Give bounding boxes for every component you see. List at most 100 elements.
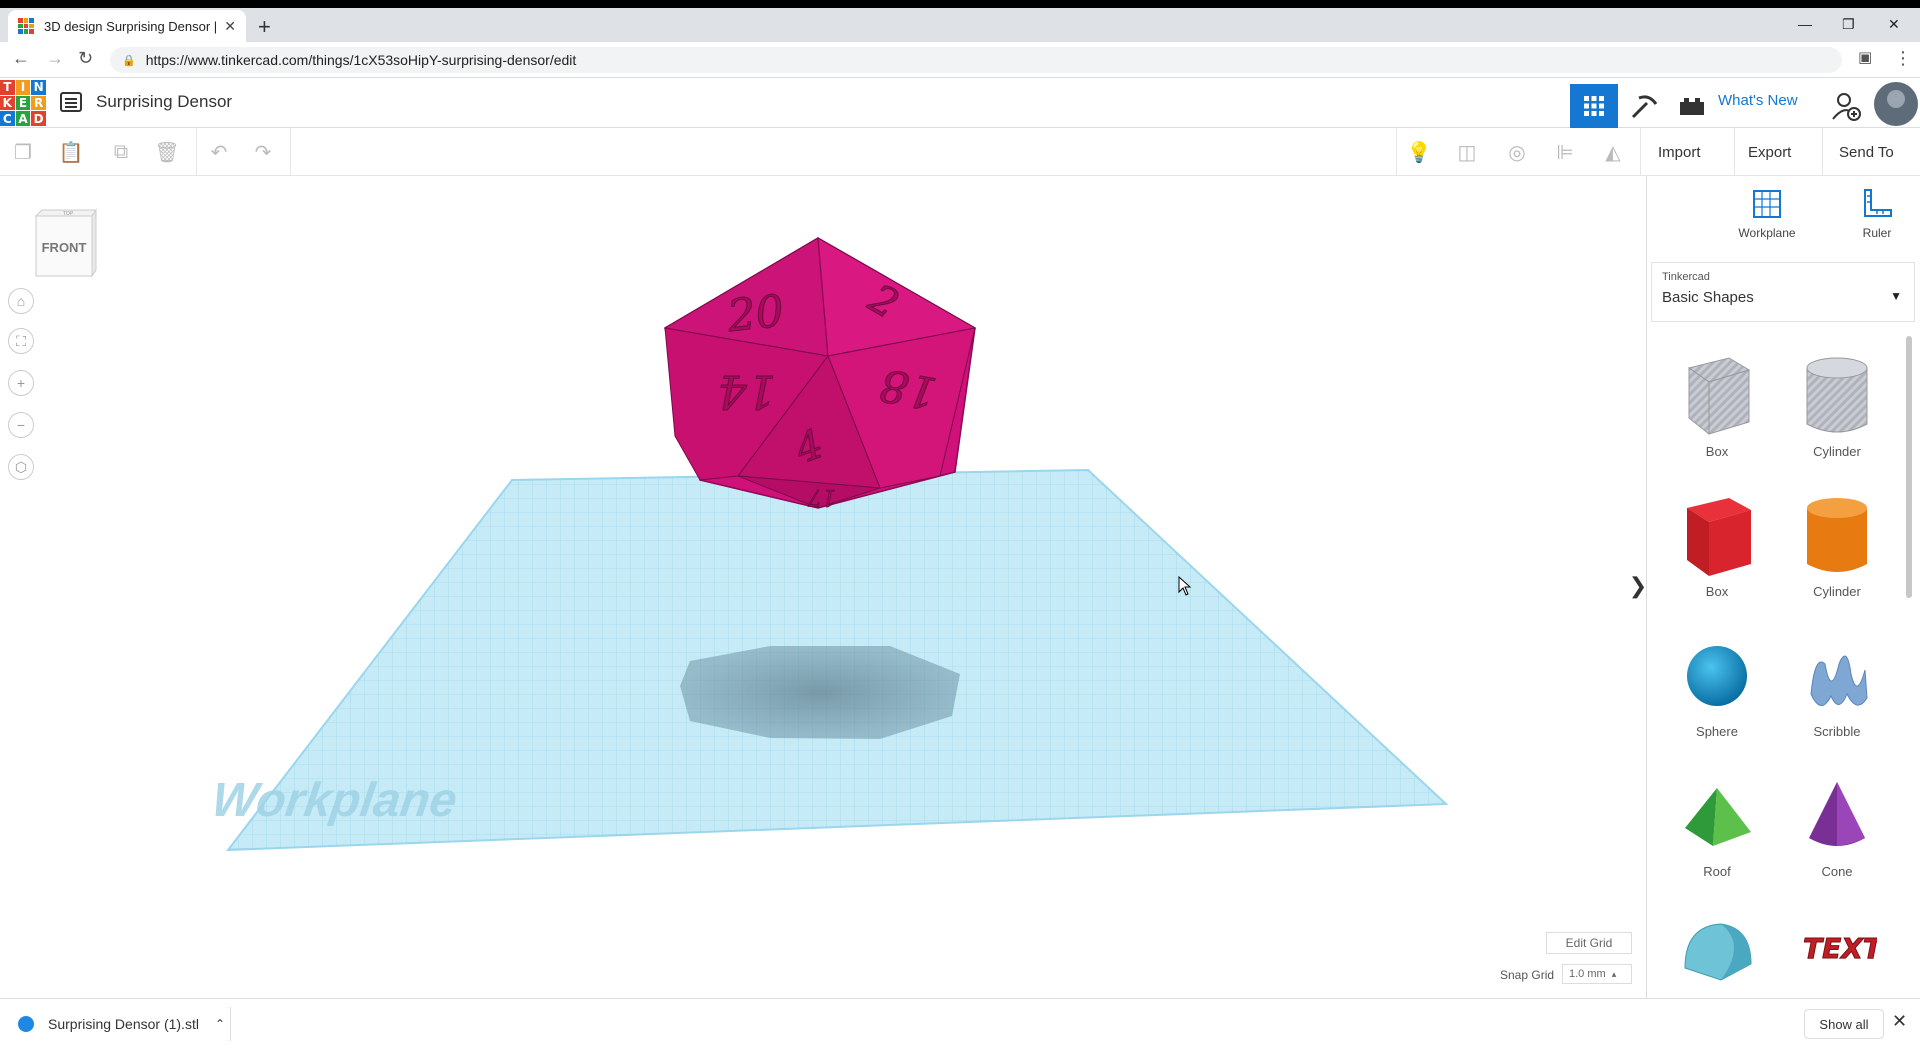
home-view-icon[interactable]: ⌂ <box>8 288 34 314</box>
tinkercad-favicon-icon <box>18 18 34 34</box>
delete-icon[interactable]: 🗑 <box>152 138 182 166</box>
codeblocks-pickaxe-icon[interactable] <box>1620 84 1668 128</box>
back-arrow-icon[interactable]: ← <box>12 48 30 69</box>
shape-roof[interactable]: Roof <box>1667 774 1767 879</box>
panel-scrollbar[interactable] <box>1906 336 1912 598</box>
extension-icon[interactable]: ▣ <box>1858 48 1872 66</box>
send-to-button[interactable]: Send To <box>1827 138 1906 166</box>
align-icon[interactable]: ⊫ <box>1550 138 1580 166</box>
logo-letter: E <box>15 95 31 111</box>
shape-text[interactable]: TEXT <box>1787 914 1887 990</box>
download-item[interactable]: Surprising Densor (1).stl ⌃ <box>18 1011 225 1037</box>
shape-label: Cylinder <box>1813 584 1861 599</box>
shape-label: Cone <box>1821 864 1853 879</box>
shape-half-cylinder[interactable] <box>1667 914 1767 990</box>
collapse-panel-chevron-icon[interactable]: ❯ <box>1629 566 1647 606</box>
library-source: Tinkercad <box>1662 271 1710 283</box>
design-list-icon[interactable] <box>60 92 82 112</box>
striped-cylinder-icon <box>1806 357 1868 433</box>
logo-letter: R <box>31 95 46 111</box>
ruler-icon <box>1864 189 1892 217</box>
view-cube[interactable]: TOP FRONT <box>34 206 98 280</box>
lock-icon: 🔒 <box>122 54 136 67</box>
shape-cone[interactable]: Cone <box>1787 774 1887 879</box>
shape-label: Scribble <box>1813 724 1861 739</box>
bricks-icon[interactable] <box>1668 84 1716 128</box>
library-name: Basic Shapes <box>1662 289 1754 306</box>
import-button[interactable]: Import <box>1646 138 1713 166</box>
shape-text-glyph: TEXT <box>1803 932 1877 965</box>
show-all-button[interactable]: Show all <box>1804 1009 1884 1039</box>
workplane-icon <box>1753 190 1781 218</box>
dropdown-caret-icon: ▼ <box>1890 289 1902 303</box>
add-user-icon[interactable] <box>1822 84 1870 128</box>
zoom-in-icon[interactable]: + <box>8 370 34 396</box>
window-top-edge <box>0 0 1920 8</box>
new-tab-button[interactable]: + <box>258 14 271 40</box>
tinkercad-header: T I N K E R C A D Surprising Densor What… <box>0 78 1920 128</box>
green-roof-icon <box>1685 788 1751 846</box>
undo-icon[interactable]: ↶ <box>204 138 234 166</box>
logo-letter: T <box>0 80 15 95</box>
d20-dice[interactable]: 20 2 14 18 4 17 <box>663 237 977 509</box>
view-cube-top-label: TOP <box>63 211 74 217</box>
workplane-tool[interactable]: Workplane <box>1717 188 1817 240</box>
lightbulb-icon[interactable]: 💡 <box>1404 138 1434 166</box>
ruler-tool-label: Ruler <box>1862 226 1892 240</box>
browser-tab[interactable]: 3D design Surprising Densor | Ti ✕ <box>8 10 246 42</box>
3d-view-grid-icon[interactable] <box>1570 84 1618 128</box>
logo-letter: D <box>31 111 46 126</box>
design-name[interactable]: Surprising Densor <box>96 92 232 112</box>
shape-sphere[interactable]: Sphere <box>1667 634 1767 739</box>
reload-icon[interactable]: ↻ <box>78 48 93 69</box>
shape-label: Box <box>1705 444 1729 459</box>
shape-cylinder[interactable]: Cylinder <box>1787 494 1887 599</box>
shape-label: Cylinder <box>1813 444 1861 459</box>
dice-shadow <box>680 646 960 739</box>
export-button[interactable]: Export <box>1736 138 1803 166</box>
fit-view-icon[interactable]: ⛶ <box>8 328 34 354</box>
forward-arrow-icon[interactable]: → <box>46 48 64 69</box>
shape-box[interactable]: Box <box>1667 494 1767 599</box>
ruler-tool[interactable]: Ruler <box>1827 188 1920 240</box>
close-download-bar-icon[interactable]: ✕ <box>1892 1011 1907 1032</box>
mirror-icon[interactable]: ◭ <box>1598 138 1628 166</box>
chevron-up-icon[interactable]: ⌃ <box>215 1017 225 1031</box>
zoom-out-icon[interactable]: − <box>8 412 34 438</box>
ungroup-icon[interactable]: ◎ <box>1502 138 1532 166</box>
snap-grid-select[interactable]: 1.0 mm ▴ <box>1562 964 1632 984</box>
minimize-button[interactable]: — <box>1798 16 1812 32</box>
snap-grid-value: 1.0 mm <box>1569 968 1606 980</box>
logo-letter: I <box>15 80 31 95</box>
whats-new-link[interactable]: What's New <box>1718 92 1798 109</box>
redo-icon[interactable]: ↷ <box>248 138 278 166</box>
workplane-tool-label: Workplane <box>1738 226 1796 240</box>
purple-cone-icon <box>1809 782 1865 846</box>
shape-library-dropdown[interactable]: Tinkercad Basic Shapes ▼ <box>1651 262 1915 322</box>
paste-icon[interactable]: 📋 <box>56 138 86 166</box>
shape-cylinder-hole[interactable]: Cylinder <box>1787 354 1887 459</box>
shape-label: Roof <box>1703 864 1731 879</box>
duplicate-icon[interactable]: ⧉ <box>106 138 136 166</box>
browser-menu-icon[interactable]: ⋮ <box>1894 48 1912 69</box>
copy-icon[interactable]: ❐ <box>8 138 38 166</box>
browser-tab-strip: 3D design Surprising Densor | Ti ✕ + — ❐… <box>0 8 1920 42</box>
logo-letter: K <box>0 95 15 111</box>
chevron-up-icon: ▴ <box>1611 968 1617 979</box>
edit-grid-button[interactable]: Edit Grid <box>1546 932 1632 954</box>
logo-letter: N <box>31 80 46 95</box>
dice-face-label: 18 <box>876 359 940 419</box>
user-avatar[interactable] <box>1874 82 1918 126</box>
close-window-button[interactable]: ✕ <box>1888 16 1900 33</box>
shape-box-hole[interactable]: Box <box>1667 354 1767 459</box>
tab-close-icon[interactable]: ✕ <box>224 18 236 35</box>
group-icon[interactable]: ◫ <box>1452 138 1482 166</box>
3d-viewport[interactable]: Workplane 20 2 14 18 4 17 TOP FRONT ⌂ ⛶ … <box>0 176 1647 998</box>
tinkercad-logo[interactable]: T I N K E R C A D <box>0 80 46 126</box>
shape-scribble[interactable]: Scribble <box>1787 634 1887 739</box>
address-bar[interactable]: 🔒 https://www.tinkercad.com/things/1cX53… <box>110 47 1842 73</box>
edit-toolbar: ❐ 📋 ⧉ 🗑 ↶ ↷ 💡 ◫ ◎ ⊫ ◭ Import Export Send… <box>0 128 1920 176</box>
dice-face-label: 17 <box>808 484 836 509</box>
perspective-icon[interactable]: ⬡ <box>8 454 34 480</box>
restore-button[interactable]: ❐ <box>1842 16 1855 33</box>
